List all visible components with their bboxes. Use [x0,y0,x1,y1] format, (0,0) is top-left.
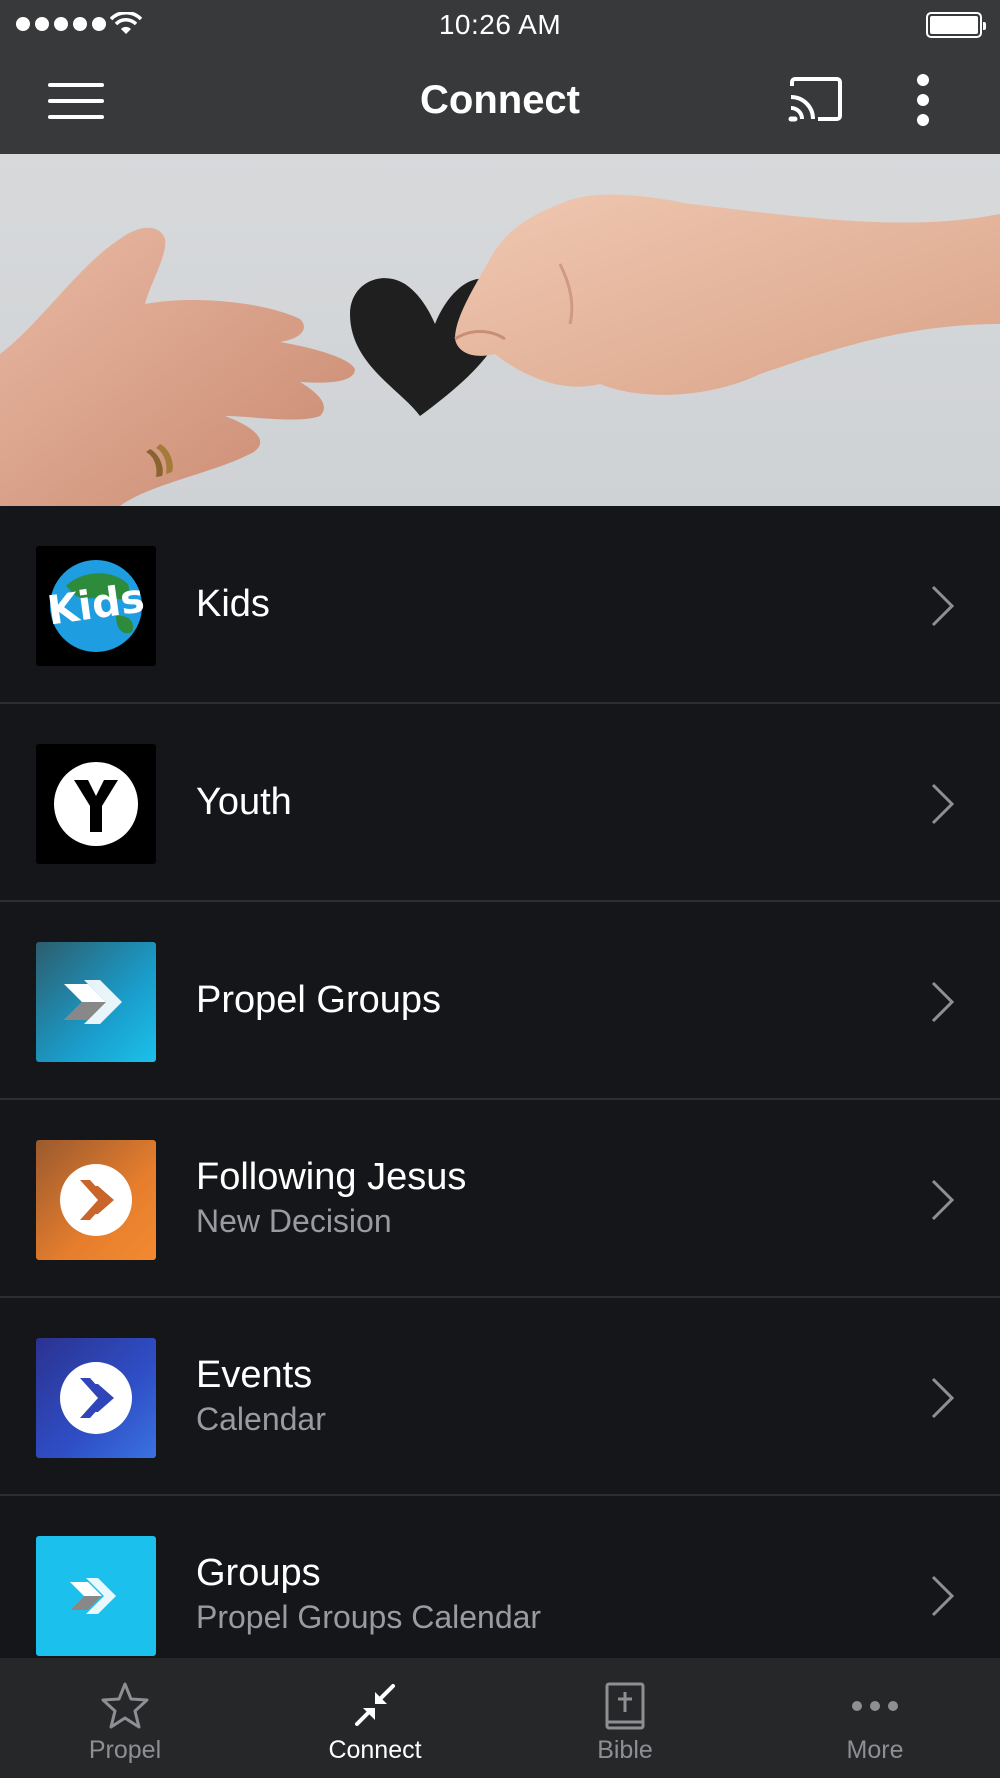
star-icon [101,1682,149,1729]
more-horizontal-icon [852,1701,898,1711]
bible-icon [605,1682,645,1730]
connect-list: Kids Kids Youth Propel Groups Following … [0,506,1000,1658]
list-item-title: Events [196,1354,313,1396]
navigation-bar: Connect [0,50,1000,154]
menu-button[interactable] [48,83,104,123]
chevron-right-icon [931,1575,955,1617]
connect-arrows-icon [355,1684,395,1726]
list-item-title: Youth [196,781,292,823]
list-item-title: Groups [196,1552,321,1594]
tab-label: Propel [88,1736,162,1764]
more-options-button[interactable] [905,74,941,130]
events-icon [36,1338,156,1458]
kids-logo-icon: Kids [36,546,156,666]
list-item-groups[interactable]: Groups Propel Groups Calendar [0,1496,1000,1658]
chevron-right-icon [931,783,955,825]
chevron-right-icon [931,1377,955,1419]
tab-label: Bible [597,1736,653,1764]
tab-label: Connect [328,1736,422,1764]
list-item-title: Propel Groups [196,979,442,1021]
tab-bar: Propel Connect Bible More [0,1658,1000,1778]
chevron-right-icon [931,981,955,1023]
hero-image [0,154,1000,506]
cast-icon[interactable] [788,76,844,122]
list-item-title: Kids [196,583,270,625]
propel-logo-icon [36,942,156,1062]
list-item-events[interactable]: Events Calendar [0,1298,1000,1496]
list-item-subtitle: Calendar [196,1401,326,1437]
tab-bible[interactable]: Bible [500,1658,750,1778]
status-time: 10:26 AM [438,9,562,40]
list-item-kids[interactable]: Kids Kids [0,506,1000,704]
youth-logo-icon [36,744,156,864]
list-item-propel-groups[interactable]: Propel Groups [0,902,1000,1100]
tab-label: More [846,1736,904,1764]
tab-connect[interactable]: Connect [250,1658,500,1778]
list-item-title: Following Jesus [196,1156,467,1198]
tab-propel[interactable]: Propel [0,1658,250,1778]
list-item-youth[interactable]: Youth [0,704,1000,902]
list-item-following-jesus[interactable]: Following Jesus New Decision [0,1100,1000,1298]
battery-icon [926,12,986,38]
more-vertical-icon [917,74,929,86]
list-item-subtitle: New Decision [196,1203,392,1239]
following-jesus-icon [36,1140,156,1260]
menu-icon [48,83,104,87]
page-title: Connect [420,78,580,122]
chevron-right-icon [931,1179,955,1221]
hands-heart-image [0,194,1000,506]
tab-more[interactable]: More [750,1658,1000,1778]
chevron-right-icon [931,585,955,627]
list-item-subtitle: Propel Groups Calendar [196,1599,542,1635]
groups-icon [36,1536,156,1656]
status-bar: 10:26 AM [0,0,1000,50]
